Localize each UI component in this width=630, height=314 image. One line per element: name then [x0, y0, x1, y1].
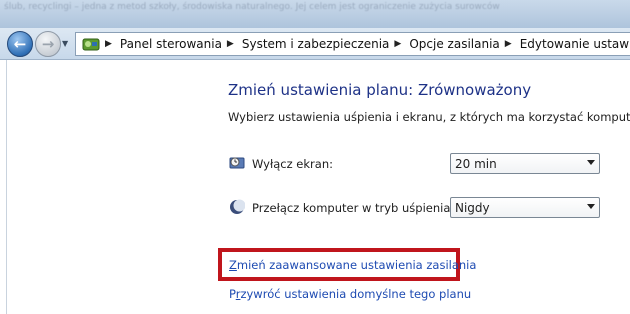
sleep-select[interactable]: Nigdy: [450, 197, 600, 218]
advanced-settings-link[interactable]: Zmień zaawansowane ustawienia zasilania: [229, 258, 476, 272]
breadcrumb-power-options[interactable]: Opcje zasilania: [409, 37, 499, 51]
restore-defaults-link[interactable]: Przywróć ustawienia domyślne tego planu: [229, 287, 471, 301]
advanced-link-text: mień zaawansowane ustawienia zasilania: [236, 258, 477, 272]
left-pane-divider: [6, 60, 7, 314]
restore-link-text: zywróć ustawienia domyślne tego planu: [240, 287, 472, 301]
crumb-separator-icon[interactable]: ▶: [227, 39, 234, 49]
restore-link-first: P: [229, 287, 236, 301]
control-panel-icon: [82, 35, 100, 53]
crumb-separator-icon[interactable]: ▶: [105, 39, 112, 49]
crumb-separator-icon[interactable]: ▶: [505, 39, 512, 49]
display-off-select[interactable]: 20 min: [450, 153, 600, 174]
chevron-down-icon: ▼: [62, 39, 69, 48]
back-arrow-icon: ←: [13, 35, 27, 53]
address-bar[interactable]: ▶ Panel sterowania ▶ System i zabezpiecz…: [75, 32, 630, 56]
crumb-separator-icon[interactable]: ▶: [394, 39, 401, 49]
sleep-moon-icon: [229, 199, 246, 215]
forward-button[interactable]: →: [35, 31, 61, 57]
chevron-down-icon: [587, 160, 595, 165]
breadcrumb-system-security[interactable]: System i zabezpieczenia: [242, 37, 390, 51]
forward-arrow-icon: →: [41, 35, 55, 53]
recent-pages-dropdown[interactable]: ▼: [62, 39, 68, 48]
display-off-value: 20 min: [455, 156, 497, 171]
breadcrumb-edit-plan[interactable]: Edytowanie ustawień planu: [520, 37, 630, 51]
navigation-toolbar: ← → ▼ ▶ Panel sterowania ▶ System i zabe…: [0, 28, 630, 60]
display-off-label: Wyłącz ekran:: [252, 157, 333, 171]
chevron-down-icon: [587, 204, 595, 209]
sleep-label: Przełącz komputer w tryb uśpienia:: [252, 201, 455, 215]
breadcrumb-control-panel[interactable]: Panel sterowania: [120, 37, 222, 51]
advanced-link-accesskey: Z: [229, 258, 237, 272]
page-subtitle: Wybierz ustawienia uśpienia i ekranu, z …: [228, 110, 630, 124]
back-button[interactable]: ←: [7, 31, 33, 57]
display-clock-icon: [229, 155, 245, 171]
page-title: Zmień ustawienia planu: Zrównoważony: [228, 81, 532, 99]
sleep-value: Nigdy: [455, 200, 490, 215]
window-top-strip: ślub, recyclingi – jedna z metod szkoły,…: [0, 0, 630, 28]
background-text: ślub, recyclingi – jedna z metod szkoły,…: [4, 2, 500, 12]
